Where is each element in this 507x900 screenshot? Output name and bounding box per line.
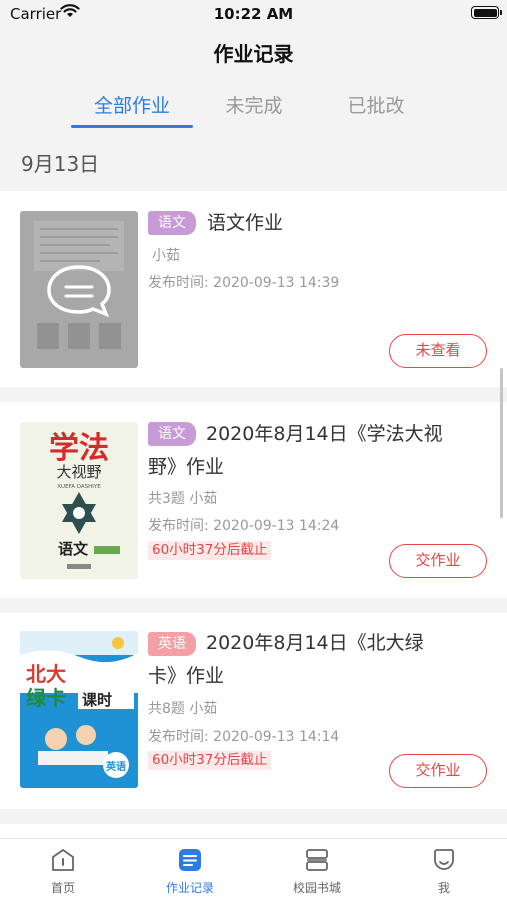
book-cover-xuefa: 学法 大视野 XUEFA DASHIYE 语文: [20, 422, 138, 579]
publish-time: 发布时间: 2020-09-13 14:39: [148, 275, 340, 291]
date-header: 9月13日: [21, 152, 100, 176]
subject-badge: 语文: [148, 211, 196, 235]
homework-title: 语文作业: [207, 212, 284, 234]
homework-title-line1: 2020年8月14日《学法大视: [206, 423, 443, 445]
page-title: 作业记录: [213, 42, 294, 66]
deadline-badge: 60小时37分后截止: [148, 751, 272, 770]
clock: 10:22 AM: [213, 5, 294, 23]
homework-title-line2: 卡》作业: [148, 665, 225, 687]
tab-bar: 全部作业 未完成 已批改: [0, 85, 507, 130]
bookstore-icon: [306, 849, 328, 871]
deadline-badge: 60小时37分后截止: [148, 541, 272, 560]
tab-all[interactable]: 全部作业: [67, 91, 197, 118]
publish-time: 发布时间: 2020-09-13 14:14: [148, 729, 340, 745]
bottom-tab-label: 校园书城: [292, 881, 341, 895]
book-cover-beida: 北大 绿卡 课时 英语: [20, 631, 138, 788]
xuefa-cover-art: 学法 大视野 XUEFA DASHIYE 语文: [49, 431, 120, 569]
homework-card[interactable]: 学法 大视野 XUEFA DASHIYE 语文 语文 2020年8月14日《学法…: [0, 402, 507, 598]
status-bar: Carrier 10:22 AM: [0, 0, 507, 28]
cover-title: 学法: [49, 431, 109, 466]
submit-button[interactable]: 交作业: [389, 544, 487, 578]
homework-meta: 共3题 小茹: [148, 491, 218, 507]
cover-title-2: 绿卡: [26, 686, 66, 710]
bottom-tab-profile[interactable]: 我: [381, 847, 507, 896]
cover-roman: XUEFA DASHIYE: [57, 484, 101, 490]
subject-badge: 英语: [148, 632, 196, 656]
tab-graded[interactable]: 已批改: [311, 91, 441, 118]
profile-icon: [434, 849, 454, 870]
bottom-tab-label: 作业记录: [165, 881, 214, 895]
document-thumbnail: [20, 211, 138, 368]
cover-title-1: 北大: [26, 662, 66, 686]
cover-subject: 英语: [105, 760, 126, 773]
bottom-tab-homework[interactable]: 作业记录: [127, 847, 253, 896]
homework-meta: 共8题 小茹: [148, 701, 218, 717]
bottom-tab-label: 我: [437, 881, 450, 895]
tab-underline: [71, 125, 193, 128]
homework-title-line2: 野》作业: [148, 456, 225, 478]
cover-subject: 语文: [58, 540, 89, 558]
bottom-tab-bar: 首页 作业记录 校园书城 我: [0, 838, 507, 900]
bottom-tab-home[interactable]: 首页: [0, 847, 126, 896]
homework-card[interactable]: 语文 语文作业 小茹 发布时间: 2020-09-13 14:39 未查看: [0, 191, 507, 387]
scroll-indicator[interactable]: [500, 368, 503, 518]
home-icon: [52, 849, 74, 871]
homework-meta: 小茹: [152, 248, 180, 264]
bottom-tab-label: 首页: [50, 881, 75, 895]
publish-time: 发布时间: 2020-09-13 14:24: [148, 518, 340, 534]
tab-incomplete[interactable]: 未完成: [189, 91, 319, 118]
homework-title-line1: 2020年8月14日《北大绿: [206, 632, 424, 654]
unviewed-button[interactable]: 未查看: [389, 334, 487, 368]
homework-card[interactable]: 北大 绿卡 课时 英语 英语 2020年8月14日《北大绿 卡》作业 共8题 小…: [0, 613, 507, 809]
subject-badge: 语文: [148, 422, 196, 446]
bottom-tab-bookstore[interactable]: 校园书城: [254, 847, 380, 896]
cover-subtitle: 课时: [82, 691, 112, 709]
cover-subtitle: 大视野: [56, 463, 101, 481]
beida-cover-art: 北大 绿卡 课时 英语: [20, 631, 138, 778]
submit-button[interactable]: 交作业: [389, 754, 487, 788]
document-chat-icon: [34, 221, 124, 349]
battery-icon: [471, 6, 502, 19]
homework-icon: [179, 849, 201, 871]
